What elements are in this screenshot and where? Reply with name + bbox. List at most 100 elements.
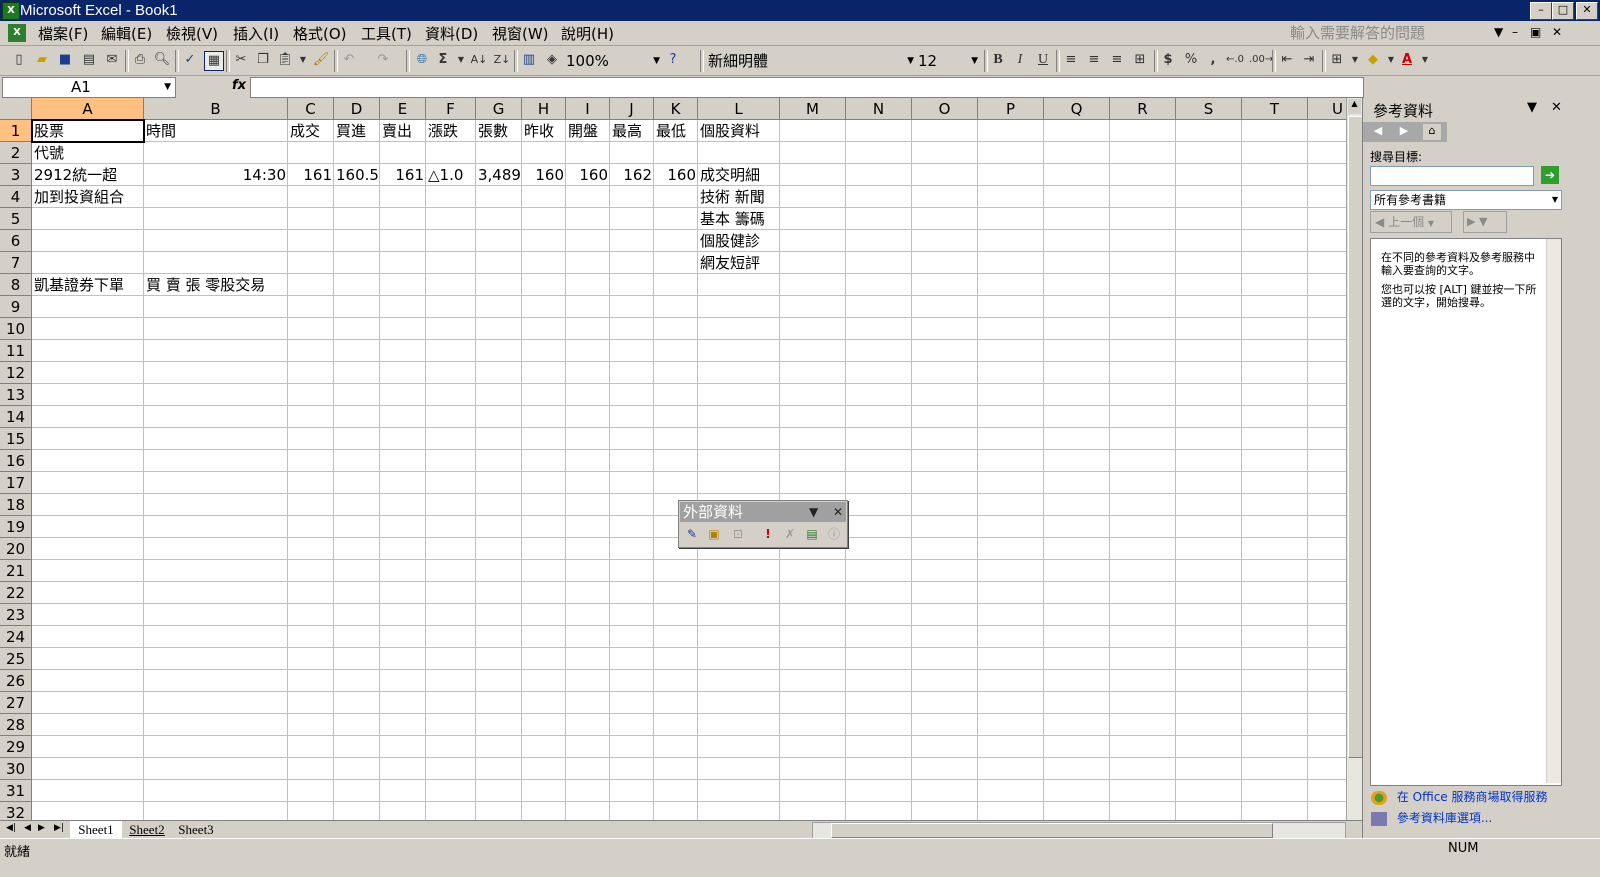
cell-L7[interactable]: 網友短評: [698, 252, 780, 274]
drawing-icon[interactable]: ◈: [543, 51, 561, 69]
menu-edit[interactable]: 編輯(E): [101, 25, 152, 43]
row-header-32[interactable]: 32: [0, 802, 32, 820]
spelling-icon[interactable]: ✓: [181, 51, 199, 69]
open-icon[interactable]: ▰: [33, 51, 51, 69]
prev-sheet-icon[interactable]: ◀: [24, 823, 31, 833]
cell-C3[interactable]: 161: [288, 164, 334, 186]
name-box[interactable]: A1 ▼: [2, 77, 176, 98]
row-header-2[interactable]: 2: [0, 142, 32, 164]
row-header-17[interactable]: 17: [0, 472, 32, 494]
excel-app-icon[interactable]: X: [2, 2, 20, 20]
column-header-C[interactable]: C: [288, 98, 334, 120]
column-header-A[interactable]: A: [32, 98, 144, 120]
vertical-scroll-thumb[interactable]: [1348, 116, 1363, 758]
column-header-J[interactable]: J: [610, 98, 654, 120]
chart-wizard-icon[interactable]: ▥: [520, 51, 538, 69]
formula-input[interactable]: [250, 77, 1364, 98]
underline-button[interactable]: U: [1034, 51, 1052, 69]
task-pane-menu-icon[interactable]: ▼: [1527, 100, 1537, 115]
borders-icon[interactable]: ⊞: [1328, 51, 1346, 69]
bold-button[interactable]: B: [989, 51, 1007, 69]
column-header-P[interactable]: P: [978, 98, 1044, 120]
copy-icon[interactable]: ❐: [254, 51, 272, 69]
cell-I3[interactable]: 160: [566, 164, 610, 186]
save-icon[interactable]: ■: [56, 51, 74, 69]
row-header-13[interactable]: 13: [0, 384, 32, 406]
help-dropdown-icon[interactable]: ▼: [1494, 25, 1503, 39]
select-all-button[interactable]: [0, 98, 32, 120]
sheet-tab-1[interactable]: Sheet1: [70, 821, 122, 838]
cut-icon[interactable]: ✂: [232, 51, 250, 69]
row-header-30[interactable]: 30: [0, 758, 32, 780]
reference-scope-select[interactable]: 所有參考書籍 ▼: [1370, 190, 1562, 210]
cancel-refresh-icon[interactable]: ✗: [781, 525, 799, 543]
cell-D3[interactable]: 160.5: [334, 164, 380, 186]
cell-K1[interactable]: 最低: [654, 120, 698, 142]
forward-icon[interactable]: ▶: [1395, 124, 1413, 140]
cell-L4[interactable]: 技術 新聞: [698, 186, 780, 208]
toolbar-close-icon[interactable]: ✕: [830, 502, 843, 522]
row-header-28[interactable]: 28: [0, 714, 32, 736]
task-pane-close-icon[interactable]: ✕: [1551, 100, 1562, 115]
minimize-button[interactable]: –: [1530, 2, 1552, 20]
row-header-27[interactable]: 27: [0, 692, 32, 714]
column-header-L[interactable]: L: [698, 98, 780, 120]
row-header-1[interactable]: 1: [0, 120, 32, 142]
cell-A4[interactable]: 加到投資組合: [32, 186, 144, 208]
cell-E3[interactable]: 161: [380, 164, 426, 186]
menu-view[interactable]: 檢視(V): [166, 25, 218, 43]
reference-scope-dropdown-icon[interactable]: ▼: [1549, 191, 1558, 209]
sort-ascending-icon[interactable]: A↓: [470, 51, 488, 69]
cell-B8[interactable]: 買 賣 張 零股交易: [144, 274, 288, 296]
column-header-I[interactable]: I: [566, 98, 610, 120]
row-header-29[interactable]: 29: [0, 736, 32, 758]
row-header-8[interactable]: 8: [0, 274, 32, 296]
column-header-S[interactable]: S: [1176, 98, 1242, 120]
hyperlink-icon[interactable]: 🌐︎: [413, 51, 431, 69]
column-header-E[interactable]: E: [380, 98, 426, 120]
search-input[interactable]: [1370, 166, 1534, 186]
row-header-20[interactable]: 20: [0, 538, 32, 560]
font-dropdown-icon[interactable]: ▼: [907, 50, 914, 72]
cell-I1[interactable]: 開盤: [566, 120, 610, 142]
cell-B1[interactable]: 時間: [144, 120, 288, 142]
insert-function-icon[interactable]: fx: [232, 78, 246, 93]
currency-button[interactable]: $: [1159, 51, 1177, 69]
worksheet-grid[interactable]: ABCDEFGHIJKLMNOPQRSTU 1 2 3 4 5 6 7 8 9 10 11 12 13 1…: [0, 98, 1346, 820]
column-header-T[interactable]: T: [1242, 98, 1308, 120]
cell-G3[interactable]: 3,489: [476, 164, 522, 186]
cell-C1[interactable]: 成交: [288, 120, 334, 142]
maximize-button[interactable]: □: [1552, 2, 1574, 20]
italic-button[interactable]: I: [1011, 51, 1029, 69]
row-header-21[interactable]: 21: [0, 560, 32, 582]
row-header-3[interactable]: 3: [0, 164, 32, 186]
format-painter-icon[interactable]: 🖌︎: [312, 51, 330, 69]
font-combo[interactable]: 新細明體 ▼: [708, 50, 916, 72]
font-size-dropdown-icon[interactable]: ▼: [971, 50, 978, 72]
last-sheet-icon[interactable]: ▶|: [54, 823, 64, 833]
menu-insert[interactable]: 插入(I): [233, 25, 279, 43]
row-header-4[interactable]: 4: [0, 186, 32, 208]
print-preview-icon[interactable]: 🔍︎: [153, 51, 171, 69]
back-icon[interactable]: ◀: [1369, 124, 1387, 140]
refresh-all-icon[interactable]: ▤: [803, 525, 821, 543]
menu-window[interactable]: 視窗(W): [492, 25, 549, 43]
cell-D1[interactable]: 買進: [334, 120, 380, 142]
row-header-5[interactable]: 5: [0, 208, 32, 230]
research-icon[interactable]: ▦: [204, 51, 224, 71]
row-header-31[interactable]: 31: [0, 780, 32, 802]
row-header-7[interactable]: 7: [0, 252, 32, 274]
research-options-link[interactable]: 參考資料庫選項...: [1371, 809, 1492, 826]
menu-data[interactable]: 資料(D): [425, 25, 478, 43]
row-header-6[interactable]: 6: [0, 230, 32, 252]
workbook-icon[interactable]: X: [8, 24, 26, 42]
data-range-properties-icon[interactable]: ▣: [705, 525, 723, 543]
row-header-10[interactable]: 10: [0, 318, 32, 340]
font-size-combo[interactable]: 12 ▼: [918, 50, 980, 72]
doc-close-icon[interactable]: ✕: [1552, 25, 1562, 39]
print-icon[interactable]: ⎙: [131, 51, 149, 69]
fill-color-icon[interactable]: ◆: [1364, 51, 1382, 69]
cell-E1[interactable]: 賣出: [380, 120, 426, 142]
column-header-H[interactable]: H: [522, 98, 566, 120]
increase-indent-icon[interactable]: ⇥: [1300, 51, 1318, 69]
